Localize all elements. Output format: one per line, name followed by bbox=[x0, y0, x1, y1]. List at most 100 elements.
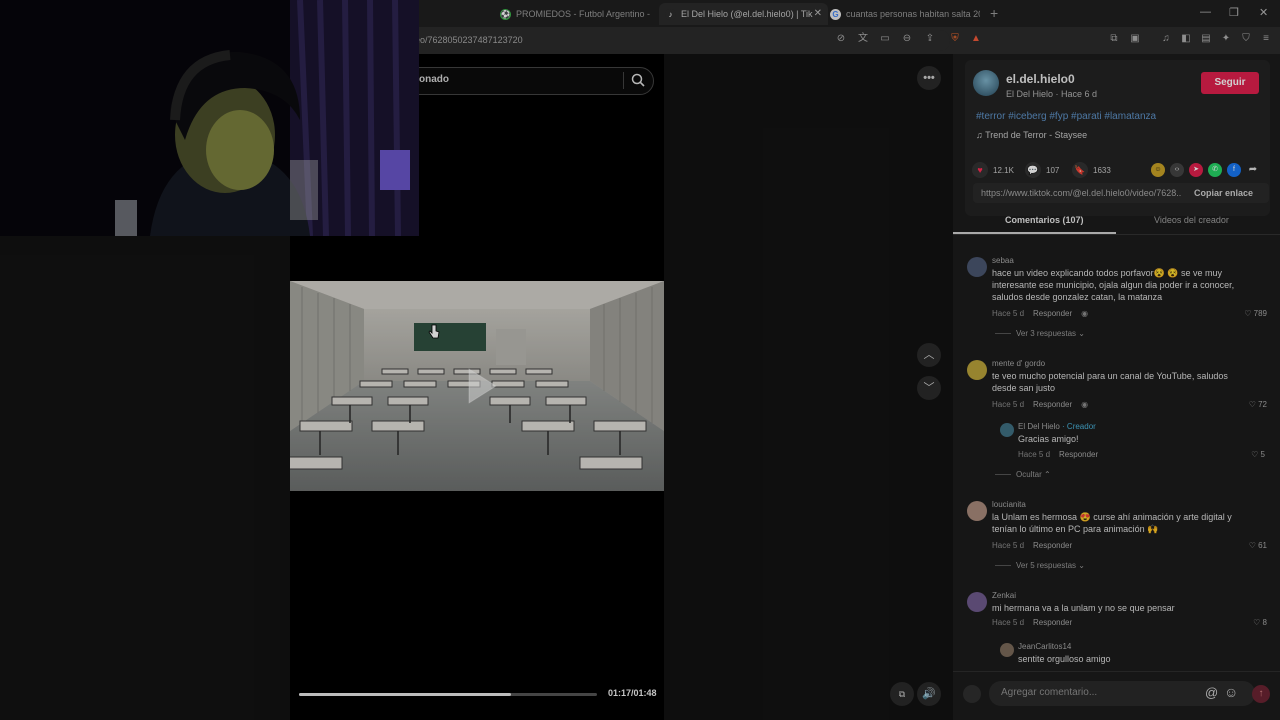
comment-username[interactable]: sebaa bbox=[992, 256, 1014, 265]
screenshot-icon[interactable]: ▣ bbox=[1129, 33, 1141, 45]
music-title: Trend de Terror - Staysee bbox=[985, 130, 1088, 140]
progress-bar[interactable] bbox=[299, 693, 597, 696]
previous-video-button[interactable]: ︿ bbox=[917, 343, 941, 367]
follow-button[interactable]: Seguir bbox=[1201, 72, 1259, 94]
brave-shield-icon[interactable]: ⛨ bbox=[949, 33, 961, 45]
search-icon[interactable] bbox=[630, 72, 646, 88]
new-tab-button[interactable]: + bbox=[990, 5, 998, 21]
like-button[interactable]: ♥ 12.1K bbox=[972, 162, 1014, 178]
send-icon[interactable]: ➤ bbox=[1189, 163, 1203, 177]
next-video-button[interactable]: ﹀ bbox=[917, 376, 941, 400]
facebook-icon[interactable]: f bbox=[1227, 163, 1241, 177]
restore-icon[interactable]: ❐ bbox=[1229, 6, 1239, 19]
reply-text: Gracias amigo! bbox=[1018, 434, 1079, 444]
sidebar-icon[interactable]: ◧ bbox=[1180, 33, 1192, 45]
reply-button[interactable]: Responder bbox=[1033, 618, 1072, 627]
comment-like-button[interactable]: ♡ 61 bbox=[1249, 541, 1267, 550]
comment-username[interactable]: loucianita bbox=[992, 500, 1026, 509]
search-input[interactable]: onado bbox=[400, 67, 654, 95]
extensions-icon[interactable]: ⧉ bbox=[1108, 33, 1120, 45]
reply-button[interactable]: Responder bbox=[1033, 309, 1072, 318]
comment-like-button[interactable]: ♡ 72 bbox=[1249, 400, 1267, 409]
author-meta: El Del Hielo · Hace 6 d bbox=[1006, 89, 1098, 99]
tab-comments[interactable]: Comentarios (107) bbox=[1005, 215, 1084, 225]
comment-item: sebaa hace un video explicando todos por… bbox=[967, 256, 1267, 338]
user-avatar bbox=[963, 685, 981, 703]
view-replies-button[interactable]: Ver 3 respuestas ⌄ bbox=[995, 329, 1085, 338]
avatar[interactable] bbox=[967, 257, 987, 277]
menu-icon[interactable]: ≡ bbox=[1260, 33, 1272, 45]
translate-icon[interactable]: 文 bbox=[857, 33, 869, 45]
reply-button[interactable]: Responder bbox=[1033, 400, 1072, 409]
copy-link-button[interactable]: Copiar enlace bbox=[1194, 188, 1253, 198]
wallet-icon[interactable]: ▤ bbox=[1200, 33, 1212, 45]
avatar[interactable] bbox=[1000, 423, 1014, 437]
tab-google[interactable]: G cuantas personas habitan salta 2026 bbox=[830, 3, 980, 25]
heart-icon: ♥ bbox=[972, 162, 988, 178]
reply-username[interactable]: El Del Hielo · Creador bbox=[1018, 422, 1096, 431]
zoom-icon[interactable]: ⊖ bbox=[901, 33, 913, 45]
cast-icon[interactable]: ▭ bbox=[879, 33, 891, 45]
comment-like-count: 72 bbox=[1258, 400, 1267, 409]
author-username[interactable]: el.del.hielo0 bbox=[1006, 72, 1075, 86]
more-options-button[interactable]: ••• bbox=[917, 66, 941, 90]
emoji-icon[interactable]: ☺ bbox=[1224, 684, 1238, 700]
leo-ai-icon[interactable]: ✦ bbox=[1220, 33, 1232, 45]
reply-button[interactable]: Responder bbox=[1059, 450, 1098, 459]
google-icon: G bbox=[830, 8, 841, 20]
comment-username[interactable]: mente d' gordo bbox=[992, 359, 1045, 368]
comment-input[interactable] bbox=[999, 686, 1203, 699]
whatsapp-icon[interactable]: ✆ bbox=[1208, 163, 1222, 177]
heart-outline-icon: ♡ bbox=[1251, 450, 1261, 459]
avatar[interactable] bbox=[967, 360, 987, 380]
vpn-icon[interactable]: ⛉ bbox=[1240, 33, 1252, 45]
comment-button[interactable]: 💬 107 bbox=[1025, 162, 1059, 178]
share-friends-icon[interactable]: ☺ bbox=[1151, 163, 1165, 177]
view-replies-button[interactable]: Ver 5 respuestas ⌄ bbox=[995, 561, 1085, 570]
comment-username[interactable]: Zenkai bbox=[992, 591, 1016, 600]
share-arrow-icon[interactable]: ➦ bbox=[1246, 163, 1260, 177]
share-icon[interactable]: ⇪ bbox=[924, 33, 936, 45]
music-icon[interactable]: ♫ bbox=[1160, 33, 1172, 45]
reply-username[interactable]: JeanCarlitos14 bbox=[1018, 642, 1071, 651]
picture-in-picture-button[interactable]: ⧉ bbox=[890, 682, 914, 706]
avatar[interactable] bbox=[1000, 643, 1014, 657]
author-avatar[interactable] bbox=[973, 70, 999, 96]
view-replies-label: Ver 3 respuestas bbox=[1016, 329, 1077, 338]
embed-icon[interactable]: ‹› bbox=[1170, 163, 1184, 177]
avatar[interactable] bbox=[967, 501, 987, 521]
video-hashtags[interactable]: #terror #iceberg #fyp #parati #lamatanza bbox=[976, 111, 1156, 122]
brave-rewards-icon[interactable]: ▲ bbox=[970, 33, 982, 45]
comment-meta: Hace 5 d Responder bbox=[992, 541, 1081, 550]
comment-text: hace un video explicando todos porfavor😵… bbox=[992, 268, 1235, 302]
reply-date: Hace 5 d bbox=[1018, 450, 1051, 459]
search-text: onado bbox=[419, 74, 449, 85]
reader-mode-icon[interactable]: ⊘ bbox=[835, 33, 847, 45]
music-link[interactable]: ♫ Trend de Terror - Staysee bbox=[976, 130, 1087, 140]
hide-replies-button[interactable]: Ocultar ⌃ bbox=[995, 470, 1051, 479]
address-bar[interactable]: eo/7628050237487123720 bbox=[410, 30, 950, 51]
reply-item: El Del Hielo · Creador Gracias amigo! Ha… bbox=[1000, 422, 1265, 462]
comment-like-button[interactable]: ♡ 8 bbox=[1253, 618, 1267, 627]
like-count: 12.1K bbox=[993, 165, 1014, 175]
reply-like-button[interactable]: ♡ 5 bbox=[1251, 450, 1265, 459]
tiktok-icon: ♪ bbox=[665, 8, 676, 20]
tab-creator-videos[interactable]: Videos del creador bbox=[1154, 215, 1229, 225]
send-comment-button[interactable]: ↑ bbox=[1252, 685, 1270, 703]
save-button[interactable]: 🔖 1633 bbox=[1072, 162, 1111, 178]
avatar[interactable] bbox=[967, 592, 987, 612]
active-tab-indicator bbox=[953, 232, 1116, 234]
comment-like-button[interactable]: ♡ 789 bbox=[1244, 309, 1267, 318]
minimize-icon[interactable]: — bbox=[1200, 6, 1211, 18]
tab-tiktok[interactable]: ♪ El Del Hielo (@el.del.hielo0) | Tik ✕ bbox=[659, 3, 828, 25]
mention-icon[interactable]: @ bbox=[1205, 685, 1218, 700]
video-link[interactable]: https://www.tiktok.com/@el.del.hielo0/vi… bbox=[981, 188, 1181, 198]
close-window-icon[interactable]: ✕ bbox=[1259, 6, 1268, 19]
reply-button[interactable]: Responder bbox=[1033, 541, 1072, 550]
volume-button[interactable]: 🔊 bbox=[917, 682, 941, 706]
tab-promiedos[interactable]: ⚽ PROMIEDOS - Futbol Argentino - Fix bbox=[500, 3, 650, 25]
reply-like-count: 5 bbox=[1260, 450, 1265, 459]
play-icon[interactable] bbox=[465, 366, 499, 406]
comment-item: loucianita la Unlam es hermosa 😍 curse a… bbox=[967, 500, 1267, 580]
close-tab-icon[interactable]: ✕ bbox=[814, 8, 822, 19]
